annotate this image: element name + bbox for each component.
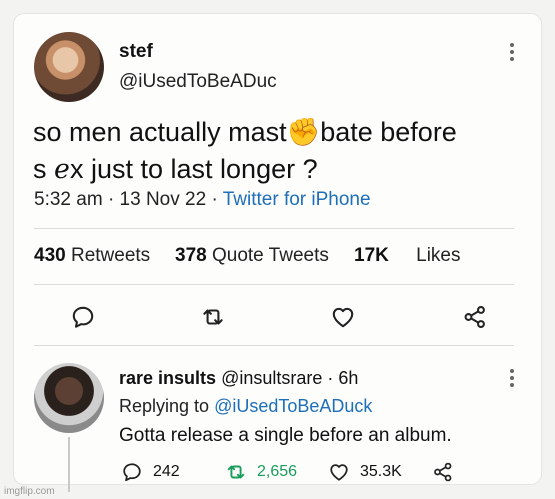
share-icon[interactable]	[462, 304, 488, 330]
replying-label: Replying to	[119, 396, 210, 416]
replying-to: Replying to @iUsedToBeADuck	[119, 396, 372, 417]
separator: ·	[107, 189, 120, 210]
reply-like-button[interactable]: 35.3K	[328, 461, 402, 483]
quotes-label: Quote Tweets	[211, 245, 329, 266]
likes-stat[interactable]: 17K Likes	[354, 245, 461, 267]
reply-header: rare insults @insultsrare · 6h	[119, 368, 358, 389]
user-handle[interactable]: @iUsedToBeADuc	[119, 71, 277, 93]
reply-age[interactable]: 6h	[338, 368, 358, 388]
retweets-stat[interactable]: 430 Retweets	[34, 245, 150, 267]
tweet-action-bar	[0, 304, 555, 334]
separator: ·	[327, 368, 339, 388]
retweet-icon	[227, 465, 245, 479]
reply-avatar[interactable]	[34, 363, 104, 433]
reply-icon	[123, 463, 141, 482]
more-icon[interactable]	[509, 42, 515, 62]
tweet-meta: 5:32 am · 13 Nov 22 · Twitter for iPhone	[34, 189, 371, 211]
like-count: 35.3K	[360, 463, 402, 480]
share-icon	[434, 462, 452, 482]
retweet-count: 2,656	[257, 463, 298, 480]
retweets-count: 430	[34, 245, 66, 266]
reply-count: 242	[153, 463, 180, 480]
divider	[34, 228, 514, 229]
avatar[interactable]	[34, 32, 104, 102]
like-icon	[330, 464, 348, 481]
separator: ·	[211, 189, 223, 210]
reply-text: Gotta release a single before an album.	[119, 425, 452, 446]
reply-reply-button[interactable]: 242	[121, 461, 180, 483]
divider	[34, 345, 514, 346]
likes-count: 17K	[354, 245, 389, 266]
reply-handle[interactable]: @insultsrare	[221, 368, 322, 388]
tweet-date[interactable]: 13 Nov 22	[120, 189, 207, 210]
tweet-time[interactable]: 5:32 am	[34, 189, 103, 210]
tweet-text: so men actually mast✊bate before s ℯx ju…	[33, 114, 513, 188]
reply-retweet-button[interactable]: 2,656	[225, 461, 297, 483]
reply-more-icon[interactable]	[509, 368, 515, 388]
quotes-count: 378	[175, 245, 207, 266]
display-name[interactable]: stef	[119, 41, 153, 63]
replying-to-handle[interactable]: @iUsedToBeADuck	[214, 396, 372, 416]
tweet-source[interactable]: Twitter for iPhone	[223, 189, 371, 210]
tweet-text-line: so men actually mast✊bate before	[33, 117, 457, 147]
divider	[34, 284, 514, 285]
retweets-label: Retweets	[70, 245, 151, 266]
quote-tweets-stat[interactable]: 378 Quote Tweets	[175, 245, 329, 267]
reply-icon[interactable]	[70, 304, 96, 330]
watermark: imgflip.com	[4, 486, 55, 497]
like-icon[interactable]	[330, 304, 356, 330]
tweet-text-line: s ℯx just to last longer ?	[33, 154, 318, 184]
reply-share-button[interactable]	[432, 461, 454, 483]
reply-action-bar: 242 2,656 35.3K	[0, 461, 555, 485]
likes-label: Likes	[416, 245, 461, 266]
retweet-icon[interactable]	[200, 304, 226, 330]
reply-display-name[interactable]: rare insults	[119, 368, 216, 388]
